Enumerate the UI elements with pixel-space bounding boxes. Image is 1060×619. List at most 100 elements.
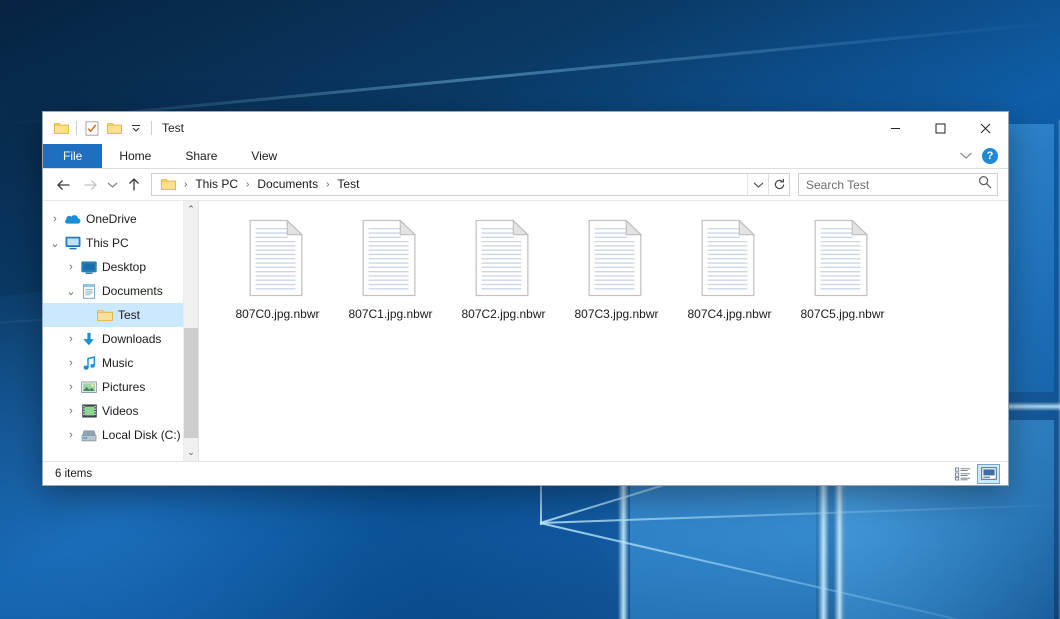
recent-locations-icon[interactable] xyxy=(103,172,121,198)
address-bar[interactable]: › This PC › Documents › Test xyxy=(151,173,790,196)
chevron-right-icon[interactable]: › xyxy=(63,399,79,423)
onedrive-icon xyxy=(63,207,83,231)
sidebar-item-label: Documents xyxy=(102,284,163,298)
sidebar-item-label: Local Disk (C:) xyxy=(102,428,181,442)
sidebar-item-label: Downloads xyxy=(102,332,161,346)
sidebar-item-videos[interactable]: › Videos xyxy=(43,399,198,423)
tab-share[interactable]: Share xyxy=(168,144,234,168)
file-name-label: 807C4.jpg.nbwr xyxy=(687,307,771,321)
window-controls xyxy=(873,112,1008,144)
generic-document-icon xyxy=(585,219,649,299)
new-folder-icon[interactable] xyxy=(103,117,125,139)
ribbon-right-controls: ? xyxy=(959,144,1008,168)
search-icon[interactable] xyxy=(978,175,992,194)
tab-view[interactable]: View xyxy=(234,144,294,168)
breadcrumb-item-documents[interactable]: Documents xyxy=(252,174,323,195)
breadcrumb-item-test[interactable]: Test xyxy=(332,174,364,195)
scrollbar-track[interactable] xyxy=(184,218,199,444)
large-icons-view-button[interactable] xyxy=(977,464,1000,484)
music-icon xyxy=(79,351,99,375)
file-name-label: 807C2.jpg.nbwr xyxy=(461,307,545,321)
sidebar-item-documents[interactable]: ⌄ Documents xyxy=(43,279,198,303)
title-bar[interactable]: Test xyxy=(43,112,1008,144)
window-title: Test xyxy=(162,112,184,144)
file-explorer-window: Test File Home Share View xyxy=(42,111,1009,486)
desktop-icon xyxy=(79,255,99,279)
sidebar-item-label: Pictures xyxy=(102,380,145,394)
breadcrumb-item-this-pc[interactable]: This PC xyxy=(190,174,243,195)
chevron-right-icon[interactable]: › xyxy=(47,207,63,231)
generic-document-icon xyxy=(246,219,310,299)
generic-document-icon xyxy=(698,219,762,299)
up-button[interactable] xyxy=(121,172,147,198)
sidebar-scrollbar[interactable]: ⌃ ⌄ xyxy=(183,201,198,461)
sidebar-item-local-disk-c[interactable]: › Local Disk (C:) xyxy=(43,423,198,447)
generic-document-icon xyxy=(472,219,536,299)
chevron-down-icon[interactable]: ⌄ xyxy=(63,279,79,303)
chevron-down-icon[interactable]: ⌄ xyxy=(47,231,63,255)
chevron-right-icon[interactable]: › xyxy=(63,423,79,447)
sidebar-item-label: Music xyxy=(102,356,133,370)
file-name-label: 807C0.jpg.nbwr xyxy=(235,307,319,321)
expand-ribbon-icon[interactable] xyxy=(959,147,973,165)
chevron-right-icon[interactable]: › xyxy=(63,255,79,279)
search-box[interactable] xyxy=(798,173,998,196)
toolbar-separator-2 xyxy=(151,121,152,135)
pictures-icon xyxy=(79,375,99,399)
sidebar-item-label: OneDrive xyxy=(86,212,137,226)
chevron-down-icon[interactable] xyxy=(125,117,147,139)
minimize-button[interactable] xyxy=(873,112,918,144)
window-body: ›OneDrive⌄This PC›Desktop⌄DocumentsTest›… xyxy=(43,200,1008,461)
toolbar-separator xyxy=(76,121,77,135)
file-item[interactable]: 807C0.jpg.nbwr xyxy=(221,213,334,328)
sidebar-item-this-pc[interactable]: ⌄ This PC xyxy=(43,231,198,255)
help-icon[interactable]: ? xyxy=(982,148,998,164)
refresh-icon[interactable] xyxy=(768,174,789,195)
folder-icon[interactable] xyxy=(50,117,72,139)
sidebar-item-label: Desktop xyxy=(102,260,146,274)
file-item[interactable]: 807C1.jpg.nbwr xyxy=(334,213,447,328)
file-item[interactable]: 807C4.jpg.nbwr xyxy=(673,213,786,328)
videos-icon xyxy=(79,399,99,423)
scroll-up-icon[interactable]: ⌃ xyxy=(184,201,199,218)
tab-file[interactable]: File xyxy=(43,144,102,168)
chevron-right-icon[interactable]: › xyxy=(63,375,79,399)
sidebar-item-music[interactable]: › Music xyxy=(43,351,198,375)
navigation-pane: ›OneDrive⌄This PC›Desktop⌄DocumentsTest›… xyxy=(43,201,198,461)
sidebar-item-pictures[interactable]: › Pictures xyxy=(43,375,198,399)
downloads-icon xyxy=(79,327,99,351)
file-name-label: 807C1.jpg.nbwr xyxy=(348,307,432,321)
sidebar-item-test[interactable]: Test xyxy=(43,303,198,327)
file-item[interactable]: 807C5.jpg.nbwr xyxy=(786,213,899,328)
properties-icon[interactable] xyxy=(81,117,103,139)
search-input[interactable] xyxy=(806,178,978,192)
sidebar-item-downloads[interactable]: › Downloads xyxy=(43,327,198,351)
sidebar-item-label: Videos xyxy=(102,404,138,418)
details-view-button[interactable] xyxy=(951,464,974,484)
scrollbar-thumb[interactable] xyxy=(184,328,199,438)
file-item[interactable]: 807C3.jpg.nbwr xyxy=(560,213,673,328)
file-name-label: 807C3.jpg.nbwr xyxy=(574,307,658,321)
file-list[interactable]: 807C0.jpg.nbwr 807C1.jpg.nbwr 807C2.jpg.nb… xyxy=(199,201,1008,461)
desktop: Test File Home Share View xyxy=(0,0,1060,619)
back-button[interactable] xyxy=(51,172,77,198)
tab-home[interactable]: Home xyxy=(102,144,168,168)
chevron-right-icon[interactable]: › xyxy=(63,327,79,351)
breadcrumb-folder-icon[interactable] xyxy=(156,176,181,193)
address-history-icon[interactable] xyxy=(747,174,768,195)
folder-icon xyxy=(95,303,115,327)
sidebar-item-onedrive[interactable]: › OneDrive xyxy=(43,207,198,231)
scroll-down-icon[interactable]: ⌄ xyxy=(184,444,199,461)
ribbon-tab-bar: File Home Share View ? xyxy=(43,144,1008,169)
file-item[interactable]: 807C2.jpg.nbwr xyxy=(447,213,560,328)
status-bar: 6 items xyxy=(43,461,1008,485)
breadcrumb-separator-1: › xyxy=(243,179,252,190)
localdisk-icon xyxy=(79,423,99,447)
item-count-label: 6 items xyxy=(55,468,92,480)
sidebar-item-label: This PC xyxy=(86,236,129,250)
sidebar-item-desktop[interactable]: › Desktop xyxy=(43,255,198,279)
close-button[interactable] xyxy=(963,112,1008,144)
maximize-button[interactable] xyxy=(918,112,963,144)
chevron-right-icon[interactable]: › xyxy=(63,351,79,375)
forward-button[interactable] xyxy=(77,172,103,198)
